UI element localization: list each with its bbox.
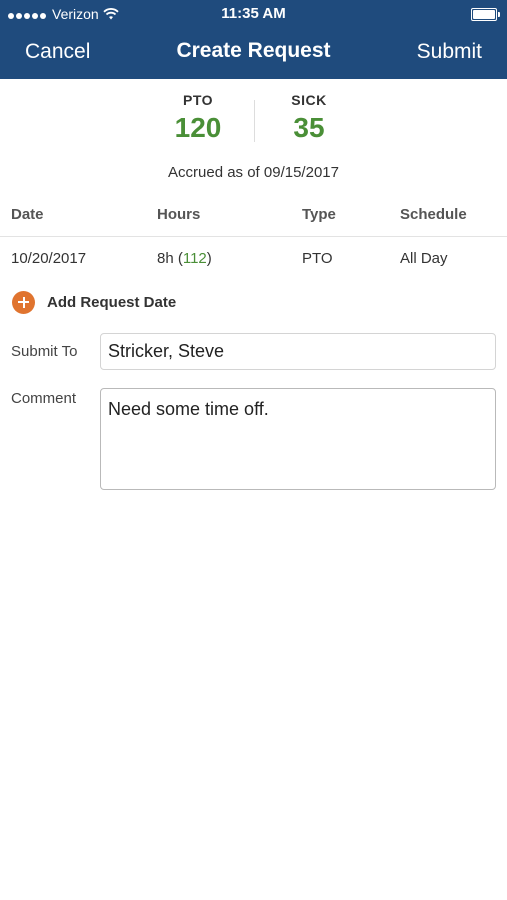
submit-to-field[interactable] bbox=[100, 333, 496, 370]
table-row[interactable]: 10/20/2017 8h (112) PTO All Day bbox=[0, 250, 507, 272]
sick-label: SICK bbox=[291, 92, 327, 108]
status-bar: Verizon 11:35 AM bbox=[0, 0, 507, 28]
header-hours: Hours bbox=[157, 206, 201, 223]
header-schedule: Schedule bbox=[400, 206, 467, 223]
accrued-date-text: Accrued as of 09/15/2017 bbox=[168, 164, 339, 181]
comment-field[interactable]: Need some time off. bbox=[100, 388, 496, 490]
balances-summary: PTO 120 SICK 35 bbox=[0, 92, 507, 152]
header-date: Date bbox=[11, 206, 44, 223]
row-hours-remaining: 112 bbox=[182, 250, 207, 267]
pto-balance: PTO 120 bbox=[153, 92, 243, 144]
request-table-header: Date Hours Type Schedule bbox=[0, 206, 507, 237]
row-date: 10/20/2017 bbox=[11, 250, 87, 267]
battery-icon bbox=[471, 8, 500, 21]
sick-balance: SICK 35 bbox=[264, 92, 354, 144]
row-type: PTO bbox=[302, 250, 333, 267]
top-bar: Verizon 11:35 AM Cancel Create Request S… bbox=[0, 0, 507, 79]
submit-to-label: Submit To bbox=[11, 343, 78, 360]
comment-label: Comment bbox=[11, 390, 77, 407]
nav-bar: Cancel Create Request Submit bbox=[0, 30, 507, 76]
status-time: 11:35 AM bbox=[221, 5, 286, 22]
row-schedule: All Day bbox=[400, 250, 448, 267]
submit-button[interactable]: Submit bbox=[417, 40, 482, 64]
add-circle-icon[interactable] bbox=[12, 290, 35, 314]
row-hours: 8h (112) bbox=[157, 250, 212, 267]
add-request-date-button[interactable]: Add Request Date bbox=[12, 290, 176, 314]
row-hours-value: 8h bbox=[157, 250, 174, 267]
pto-value: 120 bbox=[174, 112, 222, 143]
pto-label: PTO bbox=[182, 92, 214, 108]
balance-divider bbox=[254, 100, 255, 142]
header-type: Type bbox=[302, 206, 336, 223]
sick-value: 35 bbox=[293, 112, 325, 143]
add-request-date-label: Add Request Date bbox=[47, 293, 177, 311]
